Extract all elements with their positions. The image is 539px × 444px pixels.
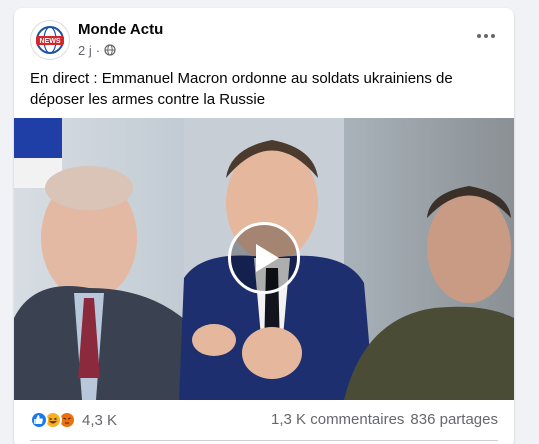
like-icon <box>30 411 48 429</box>
post-stats: 1,3 K commentaires 836 partages <box>271 411 498 428</box>
more-options-icon <box>477 34 481 38</box>
page-name[interactable]: Monde Actu <box>78 21 163 38</box>
post-text: En direct : Emmanuel Macron ordonne au s… <box>30 70 453 108</box>
page-avatar[interactable]: NEWS <box>30 20 70 60</box>
comments-count[interactable]: 1,3 K commentaires <box>271 411 404 428</box>
post-time[interactable]: 2 j <box>78 43 92 58</box>
logo-text: NEWS <box>40 38 61 45</box>
more-options-button[interactable] <box>470 24 502 48</box>
post-footer: 4,3 K 1,3 K commentaires 836 partages <box>14 400 514 441</box>
globe-icon <box>104 44 116 56</box>
video-thumbnail[interactable] <box>14 118 514 400</box>
more-options-icon-dot <box>491 34 495 38</box>
meta-separator: · <box>95 42 101 58</box>
more-options-icon-dot <box>484 34 488 38</box>
news-logo-icon: NEWS <box>36 26 64 54</box>
post-header: NEWS Monde Actu 2 j · <box>14 8 514 68</box>
post-card: NEWS Monde Actu 2 j · En direct : Emmanu… <box>14 8 514 444</box>
footer-divider <box>30 440 498 441</box>
reaction-count: 4,3 K <box>82 411 118 429</box>
play-button[interactable] <box>228 222 300 294</box>
shares-count[interactable]: 836 partages <box>410 411 498 428</box>
post-meta: 2 j · <box>78 42 116 58</box>
play-icon <box>256 244 279 272</box>
reactions-summary[interactable]: 4,3 K <box>30 410 117 430</box>
